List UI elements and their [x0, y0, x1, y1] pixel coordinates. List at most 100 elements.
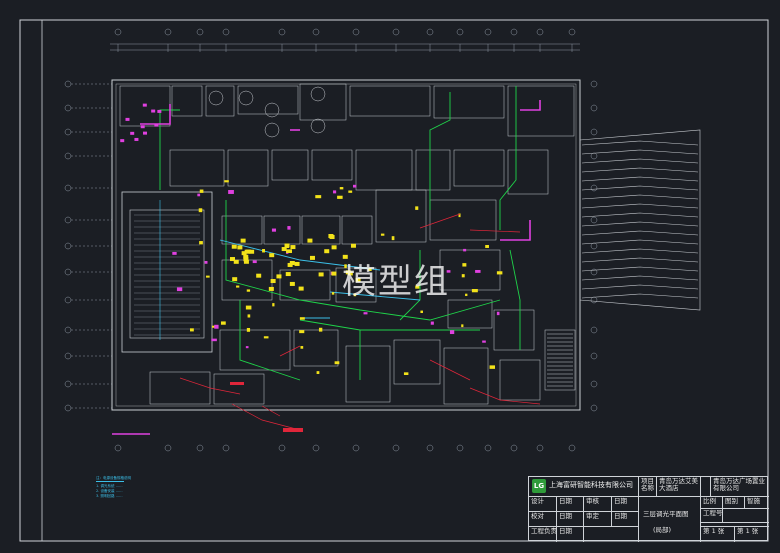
grid-bubble	[590, 216, 598, 224]
fixture	[462, 263, 467, 267]
magenta-circuit	[140, 104, 171, 125]
grid-bubble	[64, 104, 72, 112]
ramp-hatch	[581, 284, 699, 290]
row3-label: 工程负责人	[529, 527, 557, 542]
fixture-cluster	[329, 235, 335, 240]
grid-bubble	[456, 444, 464, 452]
room	[149, 371, 211, 405]
magenta-circuit	[500, 220, 531, 241]
grid-bubble	[64, 242, 72, 250]
row1-label: 设计	[529, 497, 557, 512]
grid-bubble	[64, 184, 72, 192]
fixture	[475, 269, 481, 273]
grid-bubble	[568, 444, 576, 452]
grid-bubble	[64, 128, 72, 136]
room	[507, 85, 575, 137]
fixture	[287, 226, 291, 230]
fixture	[496, 271, 503, 275]
grid-bubble	[426, 28, 434, 36]
red-leader	[261, 405, 281, 417]
red-tag	[230, 382, 244, 385]
ramp-hatch	[581, 194, 699, 200]
fixture	[348, 190, 353, 193]
grid-bubble	[312, 28, 320, 36]
room-partitions	[119, 83, 575, 405]
fixture-circle	[264, 122, 280, 138]
grid-bubble	[536, 28, 544, 36]
room	[219, 329, 291, 371]
room	[453, 149, 505, 187]
room	[507, 149, 549, 195]
fixture	[205, 275, 210, 278]
fixture-cluster	[318, 272, 324, 277]
legend-block: 注：电源设备规格说明 1. 调光系统 …… 2. 设备安装 …… 3. 照明回路…	[96, 476, 296, 536]
fixture-cluster	[249, 249, 255, 254]
red-leader	[469, 229, 521, 233]
sheet-total: 第 1 张	[737, 527, 759, 535]
grid-bubble	[64, 296, 72, 304]
grid-bubble	[164, 28, 172, 36]
row3-value: 日期	[557, 527, 584, 542]
grid-bubble	[536, 444, 544, 452]
grid-bubble	[590, 242, 598, 250]
fixture-cluster	[237, 245, 243, 250]
room	[393, 339, 441, 385]
fixture-circle	[264, 102, 280, 118]
light-fixtures	[120, 103, 503, 375]
fixture-cluster	[350, 243, 356, 248]
grid-bubble	[64, 404, 72, 412]
room	[355, 149, 413, 191]
grid-bubble	[426, 444, 434, 452]
grid-bubble	[484, 28, 492, 36]
grid-bubble	[64, 80, 72, 88]
fixture-cluster	[324, 249, 330, 254]
grid-bubble	[590, 404, 598, 412]
fixture-cluster	[331, 271, 337, 276]
room	[263, 215, 301, 245]
grid-bubble	[590, 128, 598, 136]
room	[433, 85, 505, 119]
fixture	[391, 236, 395, 241]
fixture	[463, 248, 467, 252]
fixture	[315, 195, 322, 199]
fixture-circle	[208, 90, 224, 106]
fixture	[489, 365, 496, 369]
red-leader	[429, 359, 471, 381]
room	[171, 85, 203, 117]
fixture	[333, 190, 337, 194]
green-circuit	[509, 249, 521, 350]
grid-bubble	[590, 352, 598, 360]
ramp-hatch	[581, 212, 699, 218]
fixture	[189, 328, 194, 332]
fixture	[197, 193, 201, 197]
fixture-magenta	[143, 131, 148, 135]
grid-bubble	[114, 28, 122, 36]
grid-bubble	[352, 444, 360, 452]
grid-bubble	[456, 28, 464, 36]
ramp-hatch	[581, 230, 699, 236]
fixture-cluster	[244, 249, 250, 254]
fixture	[363, 312, 368, 315]
grid-bubble	[590, 296, 598, 304]
right-ramp	[579, 129, 701, 311]
fixture	[482, 340, 486, 343]
fixture-cluster	[276, 274, 282, 279]
grid-bubble	[590, 152, 598, 160]
row2-label2: 审定	[584, 512, 612, 527]
fixture	[334, 361, 340, 365]
fixture	[415, 206, 419, 210]
top-grid-axis	[114, 28, 576, 36]
row2-value2: 日期	[612, 512, 639, 527]
drawing-note: (局部)	[653, 526, 672, 534]
fixture	[246, 289, 251, 292]
fixture-cluster	[243, 257, 249, 262]
fixture	[318, 327, 323, 332]
fixture-cluster	[290, 245, 296, 250]
fixture	[271, 228, 277, 232]
row1-value: 日期	[557, 497, 584, 512]
fixture-cluster	[287, 262, 293, 267]
room	[443, 347, 489, 405]
grid-bubble	[64, 352, 72, 360]
fixture	[252, 260, 257, 264]
grid-bubble	[510, 28, 518, 36]
